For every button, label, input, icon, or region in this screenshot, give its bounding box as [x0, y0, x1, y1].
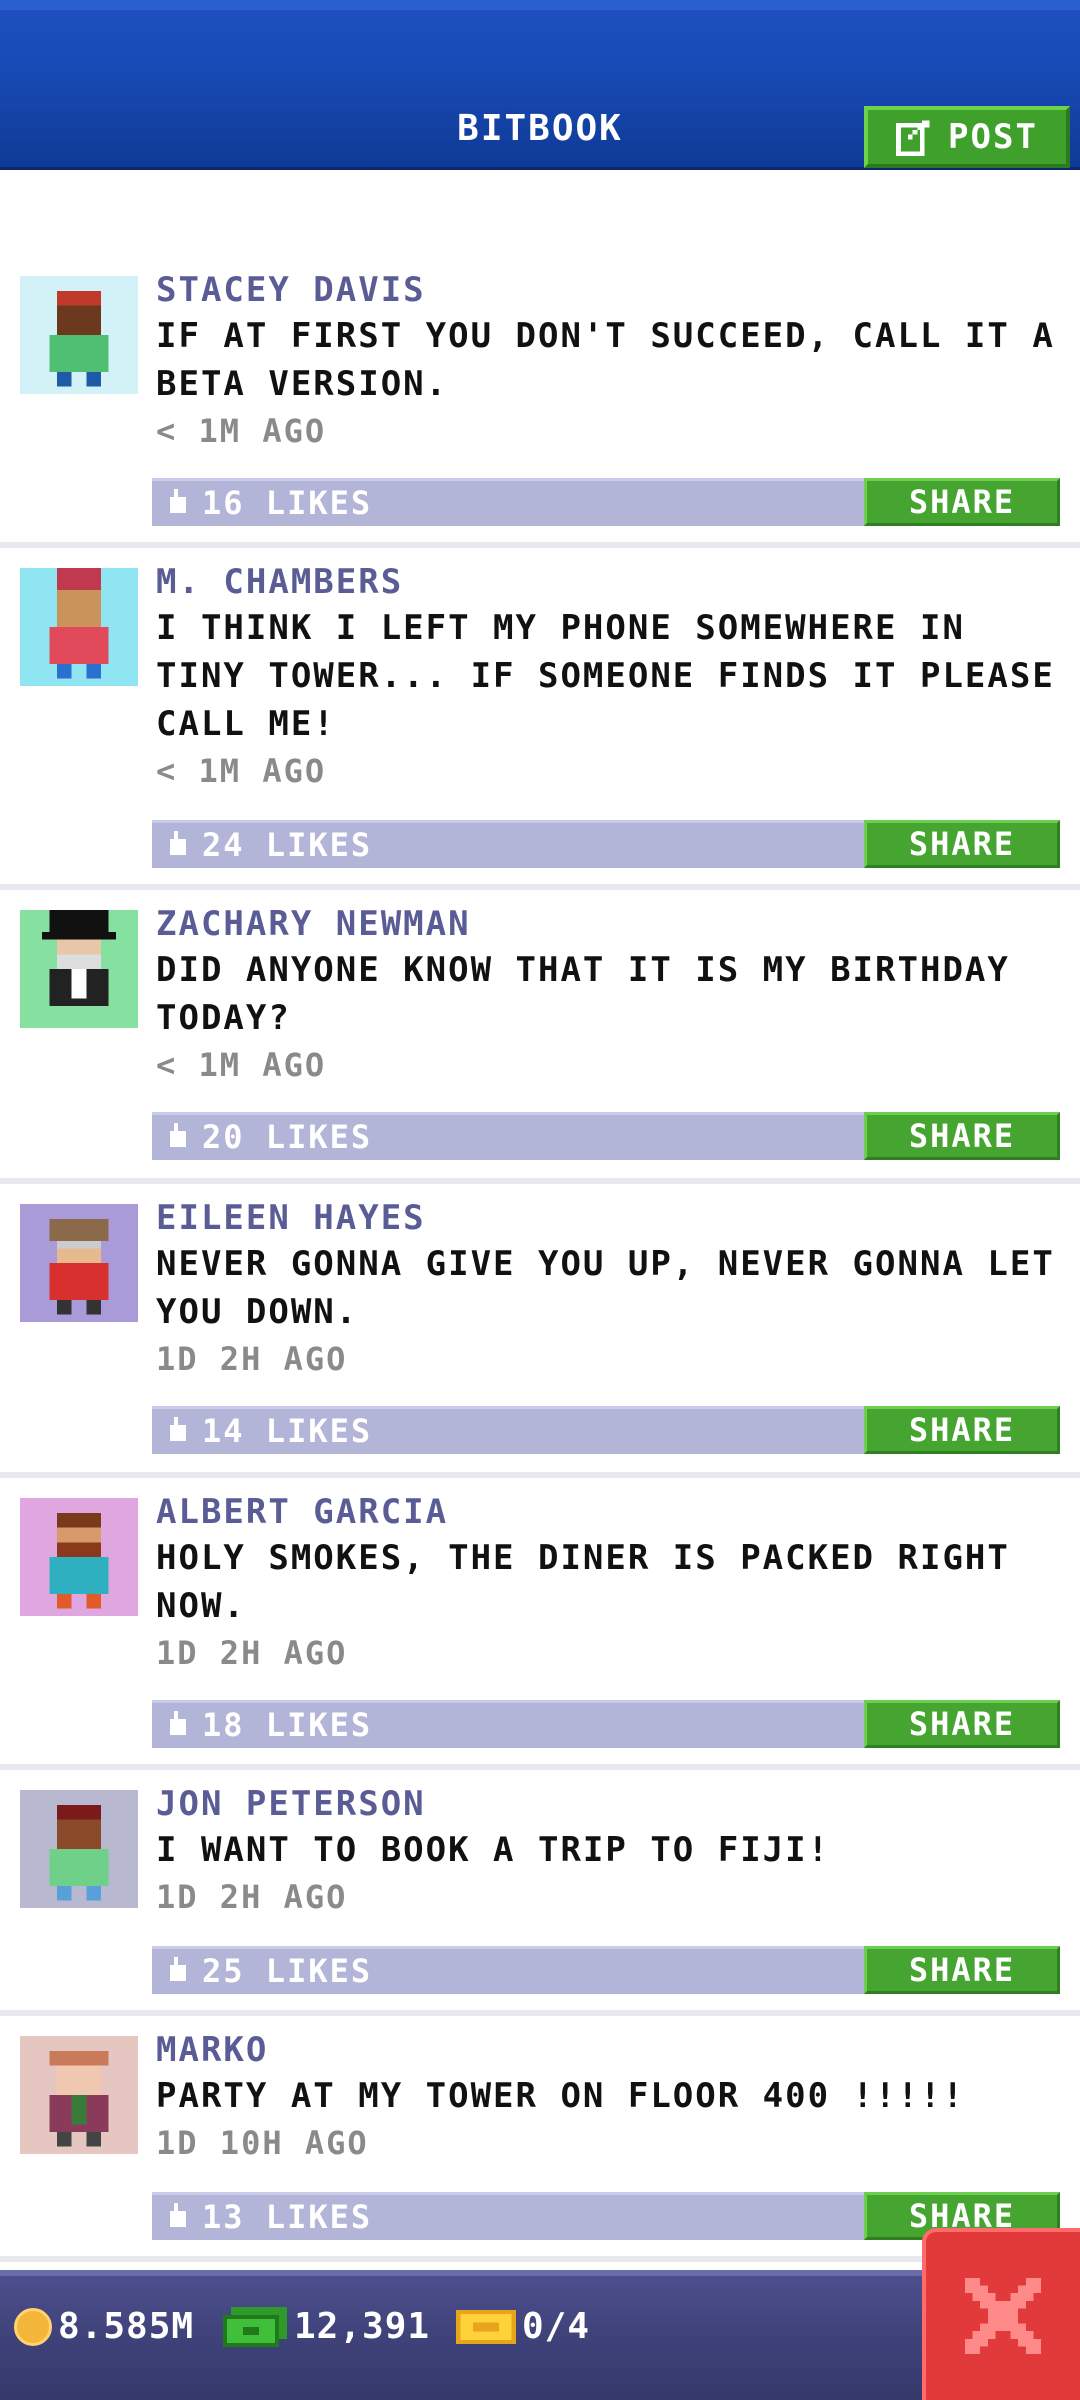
share-button[interactable]: SHARE — [864, 1112, 1060, 1160]
bux-value: 12,391 — [294, 2306, 431, 2347]
avatar — [20, 1204, 138, 1322]
like-count: 13 LIKES — [202, 2198, 373, 2236]
like-count: 25 LIKES — [202, 1952, 373, 1990]
like-bar: 25 LIKES SHARE — [152, 1946, 1060, 1994]
post-message: DID ANYONE KNOW THAT IT IS MY BIRTHDAY T… — [156, 950, 1010, 1038]
coins-display: 8.585M — [14, 2306, 194, 2347]
app-header: BITBOOK POST — [0, 0, 1080, 170]
avatar — [20, 568, 138, 686]
like-count: 16 LIKES — [202, 484, 373, 522]
ticket-icon — [456, 2309, 516, 2344]
feed-post: ZACHARY NEWMAN DID ANYONE KNOW THAT IT I… — [0, 892, 1080, 1184]
like-button[interactable]: 18 LIKES — [166, 1705, 372, 1745]
post-time: < 1M AGO — [156, 752, 327, 790]
feed-post: ALBERT GARCIA HOLY SMOKES, THE DINER IS … — [0, 1480, 1080, 1770]
share-button[interactable]: SHARE — [864, 1406, 1060, 1454]
like-count: 20 LIKES — [202, 1118, 373, 1156]
like-bar: 14 LIKES SHARE — [152, 1406, 1060, 1454]
like-count: 24 LIKES — [202, 826, 373, 864]
post-author[interactable]: STACEY DAVIS — [156, 268, 1060, 312]
coin-icon — [14, 2307, 52, 2346]
avatar — [20, 910, 138, 1028]
post-message: I WANT TO BOOK A TRIP TO FIJI! — [156, 1830, 831, 1870]
post-message: PARTY AT MY TOWER ON FLOOR 400 !!!!! — [156, 2076, 965, 2116]
post-time: 1D 2H AGO — [156, 1878, 348, 1916]
post-message: HOLY SMOKES, THE DINER IS PACKED RIGHT N… — [156, 1538, 1010, 1626]
like-button[interactable]: 14 LIKES — [166, 1411, 372, 1451]
like-count: 18 LIKES — [202, 1706, 373, 1744]
like-button[interactable]: 20 LIKES — [166, 1117, 372, 1157]
like-count: 14 LIKES — [202, 1412, 373, 1450]
post-time: < 1M AGO — [156, 412, 327, 450]
post-button-label: POST — [948, 117, 1038, 157]
thumbs-up-icon — [170, 1123, 186, 1147]
post-time: 1D 2H AGO — [156, 1634, 348, 1672]
avatar — [20, 1790, 138, 1908]
thumbs-up-icon — [170, 831, 186, 855]
edit-icon — [896, 120, 930, 156]
post-time: 1D 2H AGO — [156, 1340, 348, 1378]
bux-display: 12,391 — [222, 2306, 430, 2347]
post-button[interactable]: POST — [864, 106, 1070, 168]
post-author[interactable]: EILEEN HAYES — [156, 1196, 1060, 1240]
avatar — [20, 276, 138, 394]
feed-post: EILEEN HAYES NEVER GONNA GIVE YOU UP, NE… — [0, 1186, 1080, 1478]
currency-bar: 8.585M 12,391 0/4 — [0, 2270, 1080, 2400]
post-author[interactable]: ZACHARY NEWMAN — [156, 902, 1060, 946]
feed-post: MARKO PARTY AT MY TOWER ON FLOOR 400 !!!… — [0, 2018, 1080, 2262]
post-time: 1D 10H AGO — [156, 2124, 369, 2162]
thumbs-up-icon — [170, 1957, 186, 1981]
post-message: I THINK I LEFT MY PHONE SOMEWHERE IN TIN… — [156, 608, 1055, 744]
like-bar: 16 LIKES SHARE — [152, 478, 1060, 526]
share-button[interactable]: SHARE — [864, 1946, 1060, 1994]
tickets-display: 0/4 — [456, 2306, 590, 2347]
post-author[interactable]: JON PETERSON — [156, 1782, 1060, 1826]
thumbs-up-icon — [170, 1711, 186, 1735]
thumbs-up-icon — [170, 489, 186, 513]
avatar — [20, 2036, 138, 2154]
coins-value: 8.585M — [58, 2306, 195, 2347]
thumbs-up-icon — [170, 2203, 186, 2227]
like-bar: 24 LIKES SHARE — [152, 820, 1060, 868]
share-button[interactable]: SHARE — [864, 1700, 1060, 1748]
close-icon — [965, 2278, 1041, 2354]
post-message: IF AT FIRST YOU DON'T SUCCEED, CALL IT A… — [156, 316, 1055, 404]
post-time: < 1M AGO — [156, 1046, 327, 1084]
tickets-value: 0/4 — [522, 2306, 591, 2347]
feed-post: JON PETERSON I WANT TO BOOK A TRIP TO FI… — [0, 1772, 1080, 2016]
close-button[interactable] — [922, 2228, 1080, 2400]
like-button[interactable]: 25 LIKES — [166, 1951, 372, 1991]
like-button[interactable]: 13 LIKES — [166, 2197, 372, 2237]
feed-post: STACEY DAVIS IF AT FIRST YOU DON'T SUCCE… — [0, 258, 1080, 548]
like-bar: 18 LIKES SHARE — [152, 1700, 1060, 1748]
like-button[interactable]: 16 LIKES — [166, 483, 372, 523]
post-author[interactable]: ALBERT GARCIA — [156, 1490, 1060, 1534]
post-author[interactable]: MARKO — [156, 2028, 1060, 2072]
like-bar: 20 LIKES SHARE — [152, 1112, 1060, 1160]
post-author[interactable]: M. CHAMBERS — [156, 560, 1060, 604]
cash-icon — [223, 2306, 287, 2347]
like-button[interactable]: 24 LIKES — [166, 825, 372, 865]
post-message: NEVER GONNA GIVE YOU UP, NEVER GONNA LET… — [156, 1244, 1055, 1332]
thumbs-up-icon — [170, 1417, 186, 1441]
share-button[interactable]: SHARE — [864, 478, 1060, 526]
feed-post: M. CHAMBERS I THINK I LEFT MY PHONE SOME… — [0, 550, 1080, 890]
share-button[interactable]: SHARE — [864, 820, 1060, 868]
avatar — [20, 1498, 138, 1616]
